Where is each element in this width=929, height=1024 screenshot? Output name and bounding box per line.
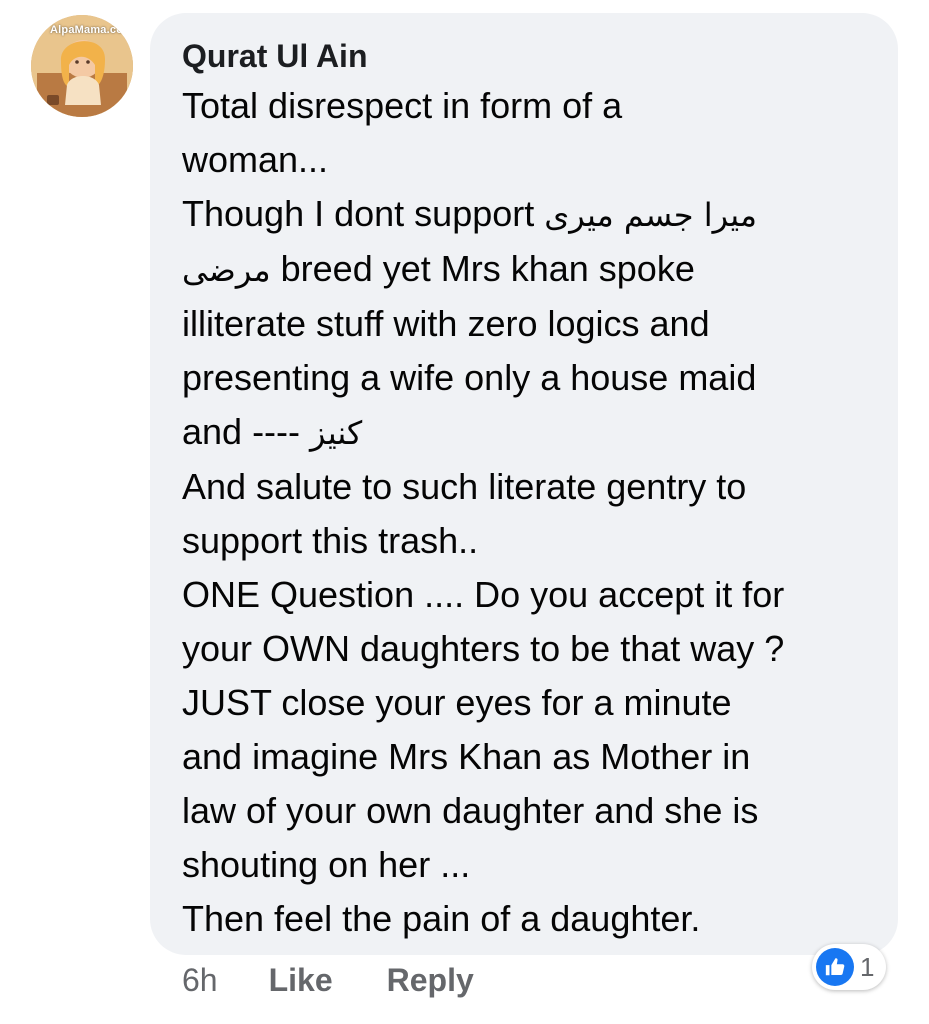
reaction-count: 1 (860, 951, 875, 982)
comment-actions: 6h Like Reply (182, 957, 474, 1003)
avatar[interactable]: AlpaMama.com (31, 15, 133, 117)
comment-line: and imagine Mrs Khan as Mother in (182, 736, 751, 777)
comment-line: woman... (182, 139, 329, 180)
comment-timestamp[interactable]: 6h (182, 962, 218, 999)
comment-line: shouting on her ... (182, 844, 471, 885)
comment-line: Then feel the pain of a daughter. (182, 898, 701, 939)
comment-line: مرضی breed yet Mrs khan spoke (182, 248, 695, 289)
comment-line: illiterate stuff with zero logics and (182, 303, 710, 344)
comment-line: JUST close your eyes for a minute (182, 682, 732, 723)
thumbs-up-icon (816, 948, 854, 986)
urdu-phrase: کنیز (310, 414, 363, 452)
comment-bubble: Qurat Ul Ain Total disrespect in form of… (150, 13, 898, 955)
comment-line: support this trash.. (182, 520, 479, 561)
comment-line: And salute to such literate gentry to (182, 466, 747, 507)
comment-author-name[interactable]: Qurat Ul Ain (182, 33, 868, 79)
comment-line: and ---- کنیز (182, 411, 363, 452)
avatar-watermark: AlpaMama.com (50, 24, 133, 36)
urdu-phrase: مرضی (182, 251, 271, 289)
like-button[interactable]: Like (269, 962, 333, 999)
urdu-phrase: میرا جسم میری (544, 196, 758, 234)
comment-line: law of your own daughter and she is (182, 790, 759, 831)
comment-line: ONE Question .... Do you accept it for (182, 574, 785, 615)
reaction-summary[interactable]: 1 (812, 944, 887, 990)
reply-button[interactable]: Reply (387, 962, 474, 999)
comment-line: presenting a wife only a house maid (182, 357, 757, 398)
comment-text: Total disrespect in form of a woman... T… (182, 79, 868, 946)
comment-line: your OWN daughters to be that way ? (182, 628, 785, 669)
comment-line: Total disrespect in form of a (182, 85, 623, 126)
comment-line: Though I dont support میرا جسم میری (182, 193, 758, 234)
